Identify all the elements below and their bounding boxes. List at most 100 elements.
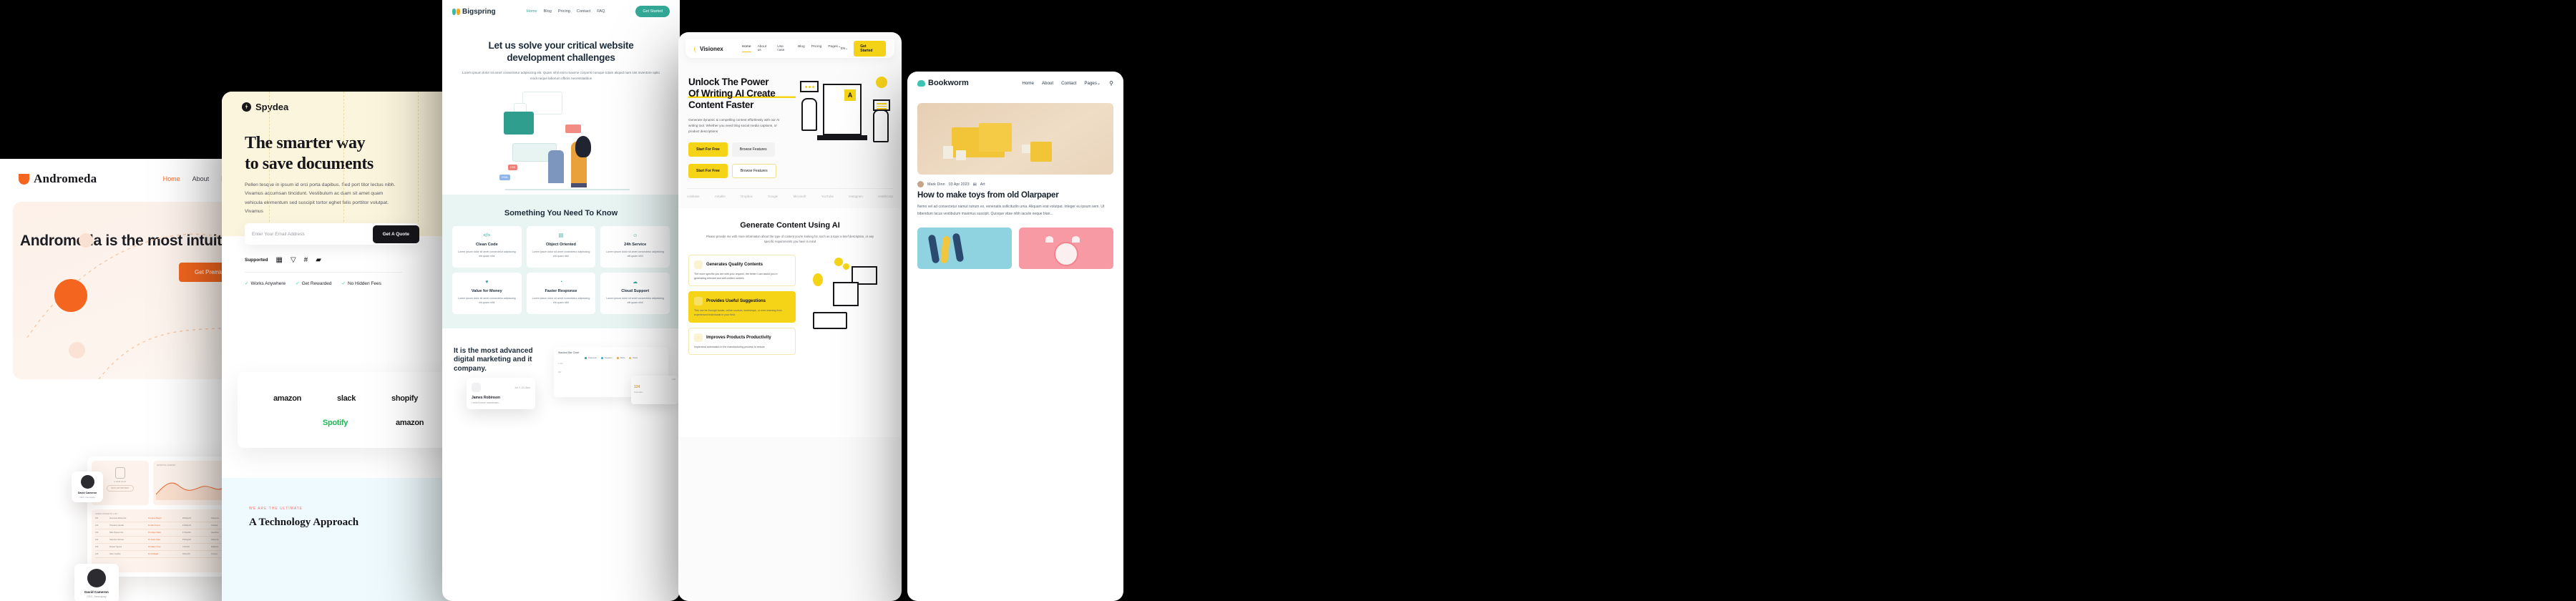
feature-card[interactable]: </> Clean Code Lorem ipsum dolor sit ame… (452, 225, 522, 268)
bigspring-hero-heading: Let us solve your critical website devel… (488, 40, 634, 63)
stacked-bar-chart-card: Stacked Bar Chart Outerwear Sweaters Shi… (554, 346, 678, 404)
feature-item-improves-products-productivity[interactable]: Improves Products Productivity Implement… (688, 328, 796, 356)
nav-item-use-case[interactable]: Use case (777, 45, 791, 52)
feature-card[interactable]: ◔ Faster Response Lorem ipsum dolor sit … (526, 272, 596, 314)
thumbnail-alarm-clock[interactable] (1019, 228, 1113, 269)
nav-item-home[interactable]: Home (527, 9, 537, 14)
logo-google: Google (768, 194, 779, 198)
search-icon[interactable]: ⚲ (1109, 80, 1113, 87)
illu-banana-dark (952, 233, 965, 263)
logo-youtube: YouTube (821, 194, 834, 198)
illu-clock-face (1054, 242, 1078, 266)
bookworm-brand-name: Bookworm (928, 79, 969, 87)
screenshot-canvas: Andromeda Home About Blog Pages⌄ Contact… (0, 0, 2576, 601)
logo-amazon: amazon (396, 419, 424, 427)
chart-ytick-1: 1,200 (558, 362, 563, 365)
post-category[interactable]: Art (980, 182, 985, 187)
logo-amazon: amazon (273, 394, 302, 403)
template-preview-bigspring[interactable]: Bigspring Home Blog Pricing Contact FAQ … (442, 0, 680, 601)
feature-desc: Implement automation in the manufacturin… (694, 346, 765, 349)
logo-airtable: Airtable (714, 194, 726, 198)
testimonial-role: CEO, Nexuspay (79, 496, 95, 499)
post-author: Mark Dinn (927, 182, 945, 187)
chart-title: Stacked Bar Chart (558, 351, 580, 354)
illu-chat-bubble (565, 124, 581, 133)
feature-title: 24h Service (624, 242, 647, 247)
browse-features-button-alt[interactable]: Browse Features (731, 163, 776, 178)
email-input-placeholder[interactable]: Enter Your Email Address (252, 232, 305, 237)
illu-banana-dark (927, 234, 940, 264)
nav-item-home[interactable]: Home (163, 175, 180, 183)
feature-card[interactable]: ☺ 24h Service Lorem ipsum dolor sit amet… (600, 225, 670, 268)
visionex-hero-buttons-alt: Start For Free Browse Features (688, 163, 796, 178)
spydea-logo[interactable]: Spydea (242, 102, 288, 112)
andromeda-logo[interactable]: Andromeda (19, 172, 97, 186)
check-works-anywhere: ✓ Works Anywhere (245, 281, 286, 286)
template-preview-bookworm[interactable]: Bookworm Home About Contact Pages⌄ ⚲ Mar… (907, 72, 1123, 601)
illu-chart-window (504, 111, 534, 135)
bigspring-get-started-button[interactable]: Get Started (635, 6, 670, 17)
gear-icon (843, 263, 849, 270)
visionex-hero-paragraph: Generate dynamic & compelling content ef… (688, 117, 780, 134)
browse-features-button[interactable]: Browse Features (731, 142, 775, 157)
bigspring-logo[interactable]: Bigspring (452, 8, 496, 16)
nav-item-faq[interactable]: FAQ (597, 9, 605, 14)
andromeda-brand-name: Andromeda (34, 172, 97, 185)
feature-desc: Lorem ipsum dolor sit amet consectetur a… (606, 296, 664, 304)
post-meta: Mark Dinn 03 Apr 2023 ▤ Art (907, 175, 1123, 187)
post-title[interactable]: How to make toys from old Olarpaper (907, 187, 1123, 200)
nav-item-blog[interactable]: Blog (544, 9, 552, 14)
nav-item-pricing[interactable]: Pricing (558, 9, 570, 14)
start-for-free-button[interactable]: Start For Free (688, 142, 728, 157)
spydea-email-form[interactable]: Enter Your Email Address Get A Quote (245, 223, 419, 245)
nav-item-pages[interactable]: Pages⌄ (828, 45, 841, 52)
illu-person-hair (575, 135, 591, 157)
illu-bell-left (1045, 236, 1053, 243)
feature-title: Clean Code (475, 242, 498, 247)
feature-card[interactable]: ♥ Value for Money Lorem ipsum dolor sit … (452, 272, 522, 314)
feature-title: Value for Money (471, 288, 502, 293)
visionex-hero-heading: Unlock The Power Of Writing AI Create Co… (688, 77, 796, 111)
avatar (80, 475, 94, 489)
chart-overlay-card: 124 +2% Total sales (631, 375, 678, 404)
book-appointment-button[interactable]: BOOK APPOINTMENT (106, 485, 135, 492)
visionex-logo[interactable]: Visionex (694, 46, 723, 53)
illu-banana-yellow (940, 235, 950, 264)
nav-item-about[interactable]: About (1042, 81, 1053, 86)
nav-item-home[interactable]: Home (1022, 81, 1034, 86)
feature-card[interactable]: ☁ Cloud Support Lorem ipsum dolor sit am… (600, 272, 670, 314)
profile-name: Ujjur Alay (114, 481, 127, 483)
check-no-hidden-fees: ✓ No Hidden Fees (341, 281, 381, 286)
nav-item-home[interactable]: Home (741, 45, 751, 52)
spydea-kicker: WE ARE THE ULTIMATE (249, 507, 303, 511)
wifi-icon (813, 273, 823, 286)
feature-card[interactable]: ▤ Object Oriented Lorem ipsum dolor sit … (526, 225, 596, 268)
nav-item-contact[interactable]: Contact (577, 9, 590, 14)
start-for-free-button-alt[interactable]: Start For Free (688, 163, 728, 178)
nav-item-about-us[interactable]: About us (758, 45, 771, 52)
avatar (87, 569, 106, 587)
testimonial-name: David Cameron (77, 492, 97, 494)
illu-laptop (813, 311, 847, 329)
illu-monitor-base (817, 135, 867, 140)
illu-person-left (801, 98, 817, 131)
get-a-quote-button[interactable]: Get A Quote (372, 225, 419, 243)
template-preview-visionex[interactable]: Visionex Home About us Use case Blog Pri… (678, 32, 902, 601)
feature-item-provides-useful-suggestions[interactable]: Provides Useful Suggestions This can be … (688, 290, 796, 323)
visionex-get-started-button[interactable]: Get Started (854, 41, 886, 57)
thumbnail-bananas[interactable] (917, 228, 1012, 269)
nav-item-contact[interactable]: Contact (1061, 81, 1076, 86)
bookworm-logo[interactable]: Bookworm (917, 79, 969, 87)
nav-item-blog[interactable]: Blog (798, 45, 805, 52)
bigspring-hero-sub: Lorem ipsum dolor sit amet consectetur a… (462, 70, 660, 80)
feature-item-generates-quality-contents[interactable]: Generates Quality Contents The more spec… (688, 254, 796, 286)
illu-box (1022, 145, 1030, 153)
bulb-icon (694, 296, 703, 306)
language-selector[interactable]: EN⌄ (841, 47, 848, 51)
supported-label: Supported (245, 258, 268, 263)
nav-item-pricing[interactable]: Pricing (811, 45, 822, 52)
chart-legend: Outerwear Sweaters Shirts Pants (558, 356, 664, 359)
letter-a-badge: A (844, 89, 856, 101)
nav-item-pages[interactable]: Pages⌄ (1084, 81, 1101, 86)
nav-item-about[interactable]: About (192, 175, 210, 183)
